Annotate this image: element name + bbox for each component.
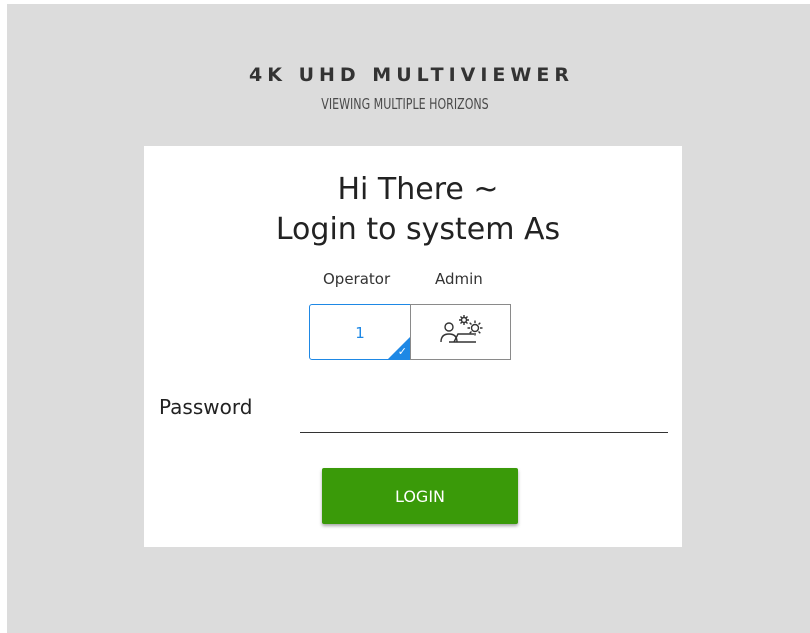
role-admin-button[interactable] [410,304,511,360]
greeting-line-1: Hi There ~ [337,172,499,207]
admin-settings-icon [436,312,486,352]
check-icon: ✓ [397,345,407,358]
password-label: Password [159,395,253,419]
brand-title: 4K UHD MULTIVIEWER [249,64,574,86]
brand-tagline: VIEWING MULTIPLE HORIZONS [321,95,489,113]
role-operator-button[interactable]: 1 ✓ [309,304,411,360]
greeting-line-2: Login to system As [275,212,561,247]
login-button[interactable]: LOGIN [322,468,518,524]
operator-value: 1 [355,324,365,342]
password-input[interactable] [300,398,668,433]
role-label-admin: Admin [435,270,483,288]
role-label-operator: Operator [323,270,391,288]
